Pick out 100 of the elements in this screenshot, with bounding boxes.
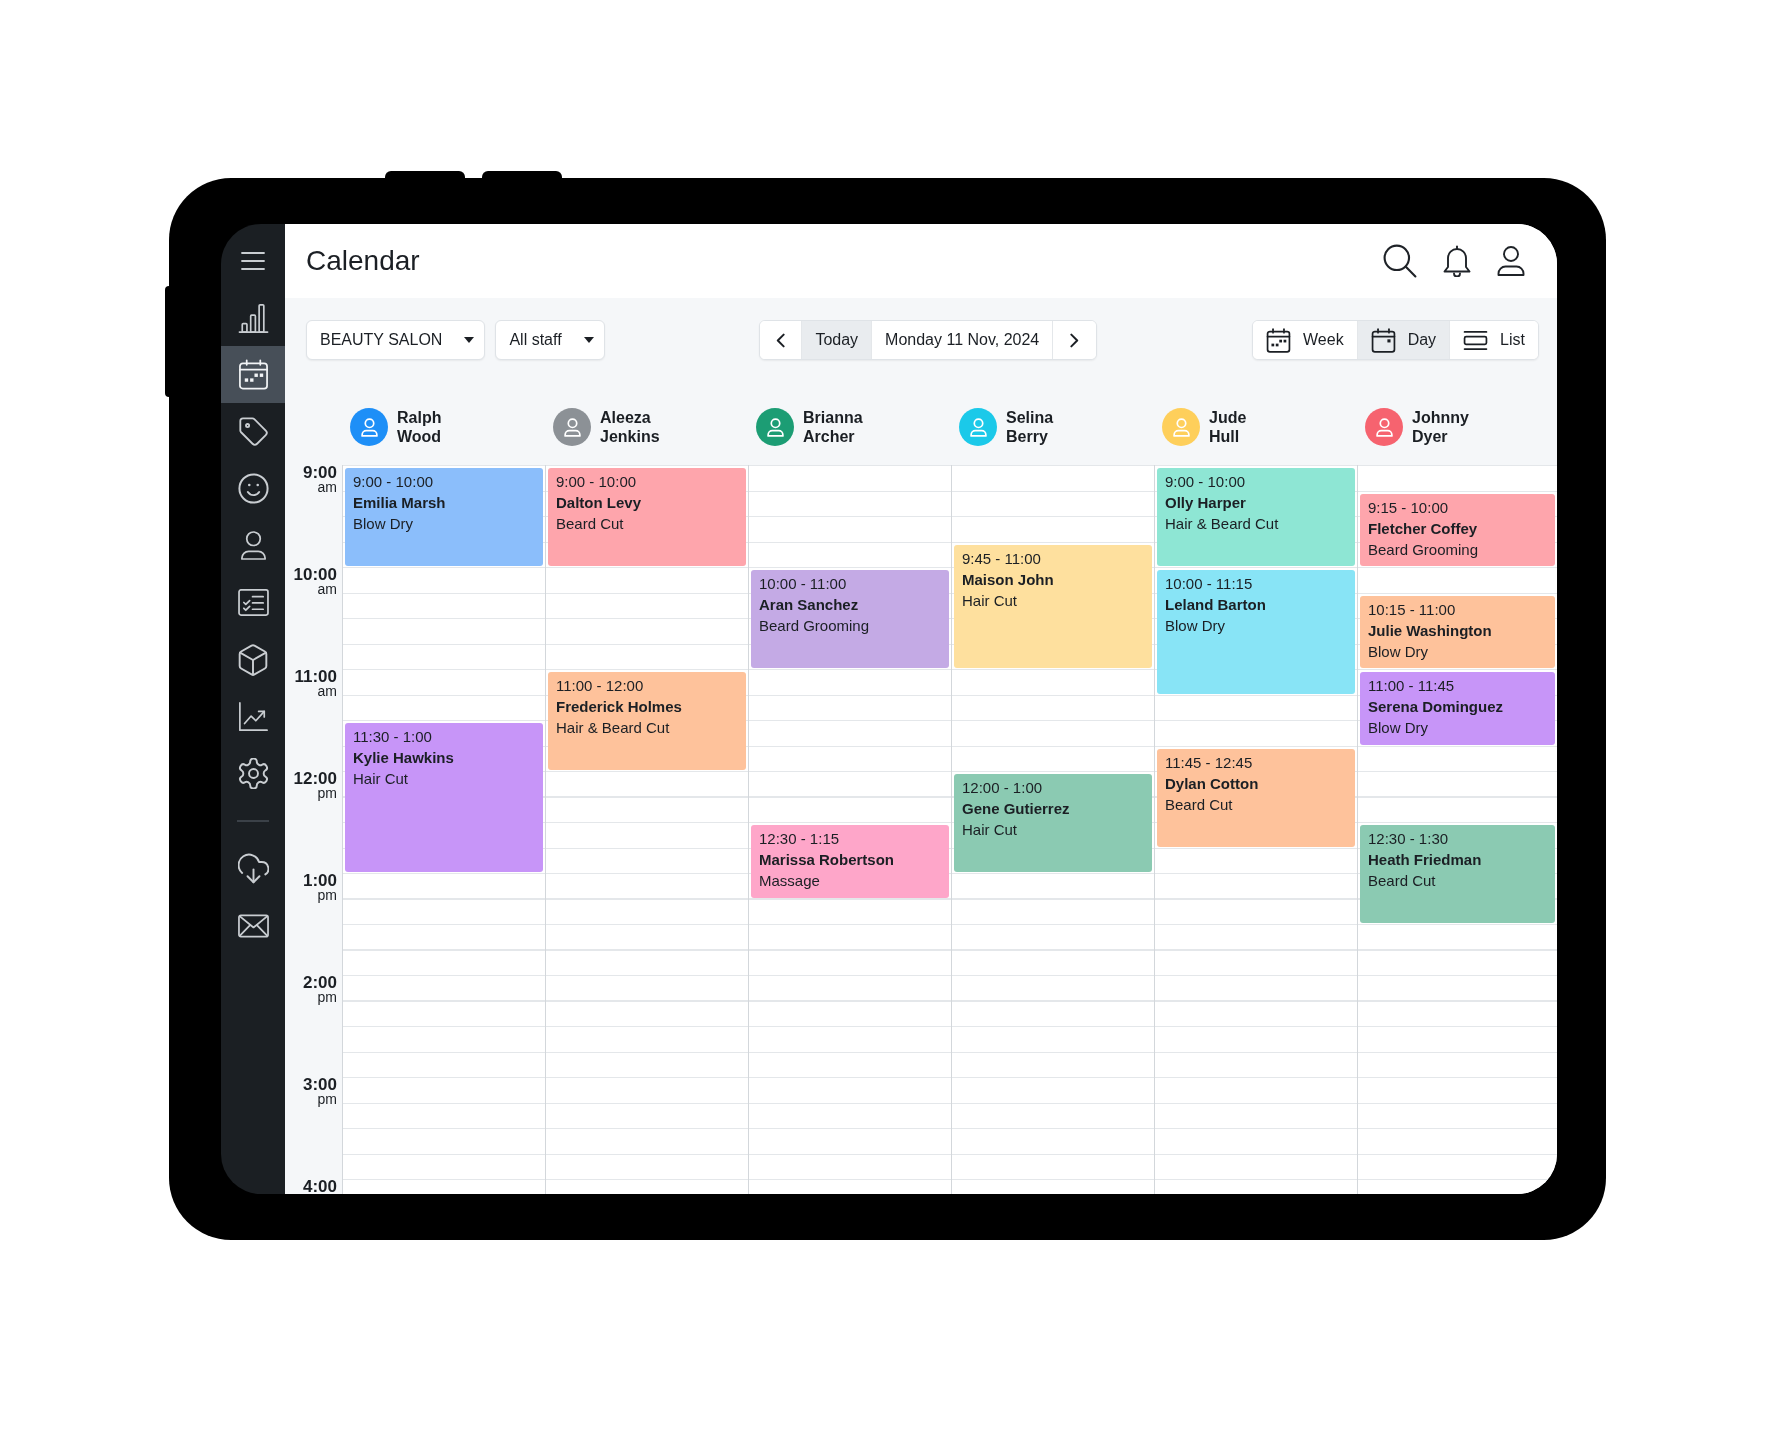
calendar-icon <box>237 359 269 390</box>
appointment-card[interactable]: 10:00 - 11:15 Leland Barton Blow Dry <box>1157 570 1355 694</box>
hour-label: 4:00 <box>302 1179 337 1194</box>
hour-label: 3:00 <box>302 1077 337 1092</box>
staff-name: Johnny Dyer <box>1412 408 1469 446</box>
appointment-card[interactable]: 12:00 - 1:00 Gene Gutierrez Hair Cut <box>954 774 1152 872</box>
checklist-icon <box>237 589 269 616</box>
appointment-time: 9:00 - 10:00 <box>1165 472 1246 492</box>
service-name: Blow Dry <box>1368 718 1428 738</box>
tag-icon <box>238 417 268 446</box>
appointment-time: 9:15 - 10:00 <box>1368 497 1449 518</box>
appointment-card[interactable]: 12:30 - 1:15 Marissa Robertson Massage <box>751 825 949 898</box>
line-chart-icon <box>238 701 268 732</box>
page-title: Calendar <box>306 244 420 278</box>
appointment-card[interactable]: 9:45 - 11:00 Maison John Hair Cut <box>954 544 1152 668</box>
meridiem-label: am <box>317 582 337 597</box>
location-dropdown[interactable]: BEAUTY SALON <box>306 320 486 360</box>
appointment-card[interactable]: 11:45 - 12:45 Dylan Cotton Beard Cut <box>1157 748 1355 847</box>
client-name: Gene Gutierrez <box>962 799 1070 819</box>
view-tab[interactable]: Week <box>1253 321 1357 359</box>
appointment-time: 10:00 - 11:15 <box>1165 574 1253 594</box>
service-name: Beard Grooming <box>759 616 870 636</box>
view-tab[interactable]: Day <box>1356 321 1450 359</box>
appointment-time: 10:00 - 11:00 <box>759 574 847 594</box>
user-icon <box>239 531 267 560</box>
appointment-card[interactable]: 10:00 - 11:00 Aran Sanchez Beard Grooming <box>751 570 949 668</box>
view-tab[interactable]: List <box>1449 321 1538 359</box>
appointment-time: 11:00 - 11:45 <box>1368 676 1455 696</box>
meridiem-label: am <box>317 684 337 699</box>
appointment-time: 9:00 - 10:00 <box>353 472 434 492</box>
meridiem-label: pm <box>317 990 337 1005</box>
appointment-card[interactable]: 10:15 - 11:00 Julie Washington Blow Dry <box>1360 595 1555 668</box>
service-name: Blow Dry <box>353 514 413 534</box>
appointment-card[interactable]: 9:00 - 10:00 Olly Harper Hair & Beard Cut <box>1157 468 1355 566</box>
service-name: Hair Cut <box>353 769 408 789</box>
client-name: Olly Harper <box>1165 493 1246 513</box>
client-name: Dalton Levy <box>556 493 642 513</box>
staff-name: Selina Berry <box>1006 408 1054 446</box>
appointment-card[interactable]: 11:00 - 11:45 Serena Dominguez Blow Dry <box>1360 672 1555 745</box>
appointment-card[interactable]: 11:00 - 12:00 Frederick Holmes Hair & Beard Cut <box>548 672 746 770</box>
chevron-right-icon <box>1070 332 1080 348</box>
service-name: Blow Dry <box>1165 616 1225 636</box>
appointment-time: 11:00 - 12:00 <box>556 676 644 696</box>
hour-label: 12:00 <box>293 771 337 786</box>
list-icon <box>1463 329 1489 351</box>
client-name: Dylan Cotton <box>1165 773 1259 794</box>
client-name: Heath Friedman <box>1368 850 1482 870</box>
client-name: Marissa Robertson <box>759 850 895 870</box>
date-picker-button[interactable]: Monday 11 Nov, 2024 <box>871 321 1053 359</box>
appointment-card[interactable]: 9:00 - 10:00 Emilia Marsh Blow Dry <box>345 468 543 566</box>
hour-label: 9:00 <box>302 465 337 480</box>
service-name: Beard Cut <box>1165 794 1233 815</box>
appointment-card[interactable]: 12:30 - 1:30 Heath Friedman Beard Cut <box>1360 825 1555 923</box>
appointment-time: 11:45 - 12:45 <box>1165 752 1253 773</box>
client-name: Leland Barton <box>1165 595 1266 615</box>
appointment-time: 11:30 - 1:00 <box>353 727 432 747</box>
service-name: Hair & Beard Cut <box>556 718 670 738</box>
staff-dropdown[interactable]: All staff <box>495 320 605 360</box>
hour-label: 11:00 <box>294 669 337 684</box>
appointment-time: 12:00 - 1:00 <box>962 778 1043 798</box>
previous-day-button[interactable] <box>760 321 802 359</box>
meridiem-label: pm <box>317 888 337 903</box>
appointment-card[interactable]: 11:30 - 1:00 Kylie Hawkins Hair Cut <box>345 723 543 872</box>
appointment-card[interactable]: 9:15 - 10:00 Fletcher Coffey Beard Grooming <box>1360 493 1555 566</box>
hour-label: 10:00 <box>293 567 337 582</box>
meridiem-label: am <box>317 480 337 495</box>
service-name: Hair Cut <box>962 820 1017 840</box>
user-profile-icon[interactable] <box>1497 246 1525 276</box>
hour-label: 2:00 <box>302 975 337 990</box>
client-name: Aran Sanchez <box>759 595 859 615</box>
caret-icon <box>464 337 475 343</box>
appointment-time: 9:45 - 11:00 <box>962 548 1041 569</box>
hour-label: 1:00 <box>302 873 337 888</box>
client-name: Kylie Hawkins <box>353 748 454 768</box>
mail-icon <box>237 913 269 938</box>
bar-chart-icon <box>237 302 269 333</box>
sidebar-item[interactable] <box>221 346 285 403</box>
appointment-time: 12:30 - 1:15 <box>759 829 840 849</box>
appointment-card[interactable]: 9:00 - 10:00 Dalton Levy Beard Cut <box>548 468 746 566</box>
client-name: Fletcher Coffey <box>1368 518 1478 539</box>
service-name: Massage <box>759 871 820 891</box>
today-button[interactable]: Today <box>801 321 872 359</box>
chevron-left-icon <box>776 332 786 348</box>
next-day-button[interactable] <box>1052 321 1097 359</box>
search-icon[interactable] <box>1383 244 1417 278</box>
notification-bell-icon[interactable] <box>1443 245 1471 277</box>
service-name: Beard Cut <box>1368 871 1436 891</box>
client-name: Emilia Marsh <box>353 493 446 513</box>
cube-icon <box>238 643 268 676</box>
settings-icon <box>237 758 269 789</box>
staff-name: Brianna Archer <box>803 408 863 446</box>
hardware-button[interactable] <box>385 171 465 178</box>
smiley-icon <box>237 473 269 504</box>
appointment-time: 12:30 - 1:30 <box>1368 829 1449 849</box>
meridiem-label: pm <box>317 1092 337 1107</box>
cloud-download-icon <box>237 853 269 884</box>
hardware-button[interactable] <box>482 171 562 178</box>
service-name: Hair & Beard Cut <box>1165 514 1279 534</box>
staff-name: Aleeza Jenkins <box>600 408 660 446</box>
calendar-icon <box>1370 327 1396 353</box>
